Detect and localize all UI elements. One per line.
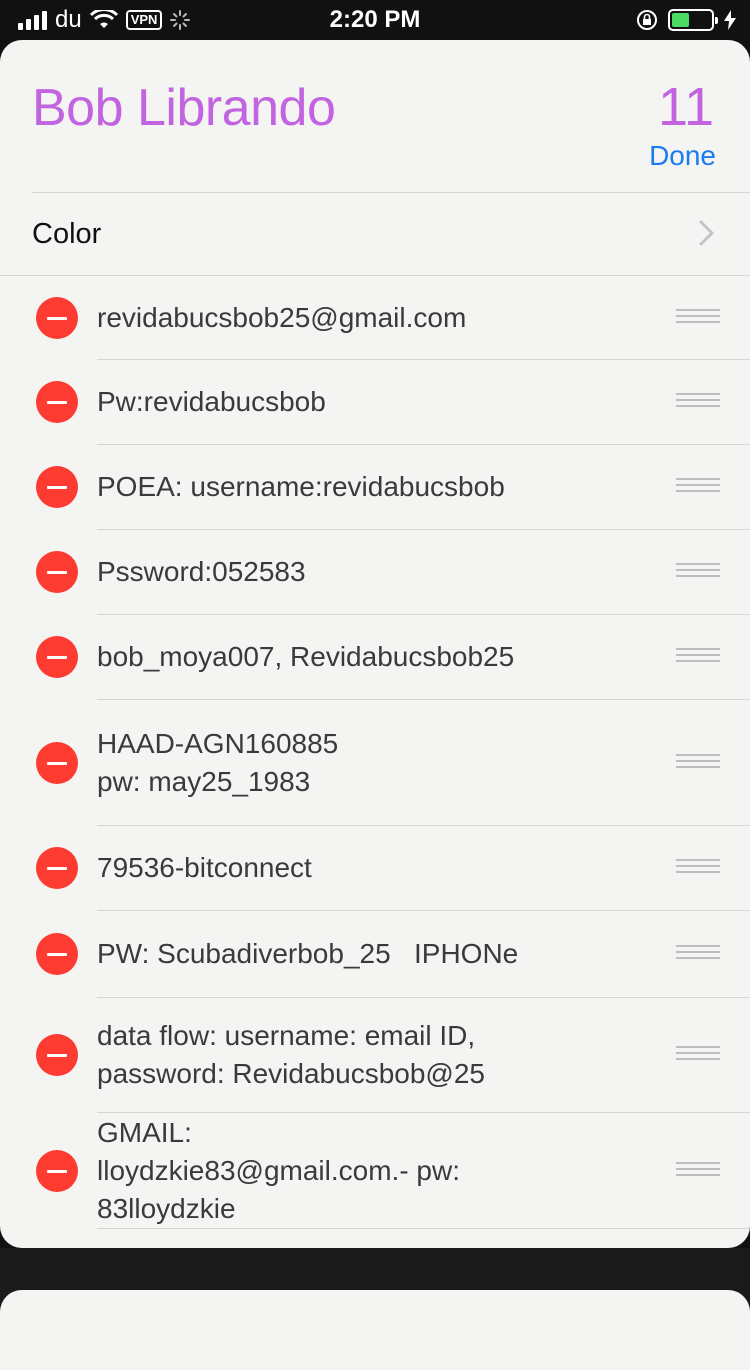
color-label: Color [32, 217, 102, 250]
list-title: Bob Librando [32, 79, 336, 137]
reminder-list: revidabucsbob25@gmail.com Pw:revidabucsb… [0, 276, 750, 1229]
list-header: Bob Librando 11 Done [0, 40, 750, 192]
reorder-handle-icon[interactable] [676, 1046, 720, 1064]
item-text: Pw:revidabucsbob [97, 386, 326, 417]
delete-button[interactable] [36, 551, 78, 593]
delete-button[interactable] [36, 1034, 78, 1076]
list-item[interactable]: 79536-bitconnect [36, 826, 750, 911]
reorder-handle-icon[interactable] [676, 393, 720, 411]
reorder-handle-icon[interactable] [676, 859, 720, 877]
battery-icon [668, 9, 718, 31]
list-item[interactable]: GMAIL: lloydzkie83@gmail.com.- pw: 83llo… [36, 1113, 750, 1229]
list-item[interactable]: HAAD-AGN160885 pw: may25_1983 [36, 700, 750, 826]
delete-button[interactable] [36, 381, 78, 423]
item-text: revidabucsbob25@gmail.com [97, 301, 467, 333]
list-item[interactable]: Pw:revidabucsbob [36, 360, 750, 445]
item-text: POEA: username:revidabucsbob [97, 471, 505, 502]
delete-button[interactable] [36, 847, 78, 889]
delete-button[interactable] [36, 1149, 78, 1192]
status-right [636, 8, 736, 32]
list-item[interactable]: POEA: username:revidabucsbob [36, 445, 750, 530]
color-row[interactable]: Color [0, 193, 750, 275]
delete-button[interactable] [36, 296, 78, 339]
item-count: 11 [657, 77, 714, 137]
item-text: bob_moya007, Revidabucsbob25 [97, 641, 515, 672]
reorder-handle-icon[interactable] [676, 478, 720, 496]
item-text: PW: Scubadiverbob_25 IPHONe [97, 938, 519, 969]
chevron-right-icon [699, 220, 714, 246]
reorder-handle-icon[interactable] [676, 648, 720, 666]
item-text: 79536-bitconnect [97, 852, 312, 883]
reorder-handle-icon[interactable] [676, 308, 720, 327]
list-item[interactable]: PW: Scubadiverbob_25 IPHONe [36, 911, 750, 998]
delete-button[interactable] [36, 741, 78, 784]
list-sheet: Bob Librando 11 Done Color revidabucsbob… [0, 40, 750, 1248]
item-text: data flow: username: email ID, password:… [97, 1020, 485, 1089]
rotation-lock-icon [637, 10, 657, 30]
list-item[interactable]: revidabucsbob25@gmail.com [36, 276, 750, 360]
reorder-handle-icon[interactable] [676, 563, 720, 581]
delete-button[interactable] [36, 466, 78, 508]
reorder-handle-icon[interactable] [676, 945, 720, 963]
list-item[interactable]: bob_moya007, Revidabucsbob25 [36, 615, 750, 700]
reorder-handle-icon[interactable] [676, 753, 720, 772]
item-text: HAAD-AGN160885 pw: may25_1983 [97, 727, 339, 797]
next-list-sheet[interactable] [0, 1290, 750, 1370]
list-item[interactable]: data flow: username: email ID, password:… [36, 998, 750, 1113]
charging-bolt-icon [724, 10, 736, 30]
delete-button[interactable] [36, 636, 78, 678]
list-item[interactable]: Pssword:052583 [36, 530, 750, 615]
item-text: Pssword:052583 [97, 556, 306, 587]
done-button[interactable]: Done [649, 140, 716, 172]
item-text: GMAIL: lloydzkie83@gmail.com.- pw: 83llo… [97, 1116, 460, 1224]
delete-button[interactable] [36, 933, 78, 975]
reorder-handle-icon[interactable] [676, 1161, 720, 1180]
status-bar: du VPN 2:20 PM [0, 0, 750, 40]
